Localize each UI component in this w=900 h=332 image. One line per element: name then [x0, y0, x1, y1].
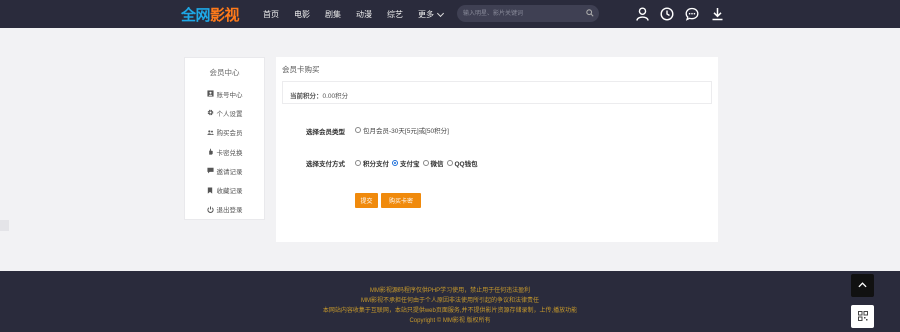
member-type-radio[interactable]	[355, 127, 361, 133]
site-footer: MM影视源码程序仅供PHP学习使用，禁止用于任何违法盈利 MM影视不承担任何由于…	[0, 271, 900, 332]
points-label: 当前积分：	[290, 93, 323, 100]
pay-option-points[interactable]: 积分支付	[355, 158, 389, 168]
buy-card-button[interactable]: 购买卡密	[381, 193, 421, 208]
pay-option-wechat[interactable]: 微信	[422, 158, 444, 168]
main-nav: 首页 电影 剧集 动漫 综艺 更多	[263, 9, 458, 20]
sidebar-item-settings[interactable]: 个人设置	[185, 103, 264, 122]
pay-qq-radio[interactable]	[446, 160, 453, 166]
sidebar-item-buy-membership[interactable]: 购买会员	[185, 123, 264, 142]
left-float-tab[interactable]	[0, 220, 9, 231]
pay-alipay-radio[interactable]	[392, 160, 398, 166]
id-card-icon	[206, 90, 214, 97]
sidebar-title: 会员中心	[209, 68, 240, 77]
pay-method-options: 积分支付 支付宝 微信 QQ钱包	[355, 158, 481, 168]
user-icon[interactable]	[634, 6, 650, 22]
pay-points-radio[interactable]	[355, 160, 361, 166]
pay-option-alipay[interactable]: 支付宝	[392, 158, 420, 168]
footer-disclaimer-2: MM影视不承担任何由于个人原因非法使用所引起的争议和法律责任	[361, 298, 539, 304]
footer-disclaimer-3: 本网站内容收集于互联网，本站只提供web页面服务,并不提供影片资源存储录制，上传…	[322, 308, 578, 314]
sidebar-item-label: 邀请记录	[216, 168, 243, 176]
header-icons	[634, 6, 734, 22]
points-box: 当前积分：0.00积分	[282, 81, 712, 104]
submit-button[interactable]: 提交	[355, 193, 378, 208]
member-type-label: 选择会员类型	[306, 129, 345, 136]
pay-option-qq-wallet[interactable]: QQ钱包	[446, 158, 478, 168]
search-icon[interactable]	[586, 9, 594, 19]
sidebar-item-favorites[interactable]: 收藏记录	[185, 180, 264, 199]
sidebar-item-label: 收藏记录	[216, 188, 243, 196]
comment-icon	[206, 167, 214, 174]
sidebar-item-label: 购买会员	[216, 130, 243, 138]
pay-option-label: 积分支付	[363, 161, 389, 168]
pay-method-label: 选择支付方式	[306, 161, 345, 168]
qr-code-icon	[857, 310, 868, 323]
search-box	[457, 5, 599, 22]
logo-text-right: 影视	[210, 6, 240, 24]
pay-option-label: QQ钱包	[454, 161, 478, 168]
sidebar-item-label: 卡密兑换	[216, 149, 243, 157]
back-to-top-button[interactable]	[851, 274, 874, 297]
member-type-option[interactable]: 包月会员-30天[5元]或[50积分]	[355, 125, 449, 135]
points-value: 0.00积分	[322, 93, 349, 100]
nav-item-home[interactable]: 首页	[263, 9, 279, 20]
logo-text-left: 全网	[181, 6, 211, 24]
footer-copyright: Copyright © MM影视 版权所有	[409, 318, 491, 324]
member-type-option-label: 包月会员-30天[5元]或[50积分]	[363, 128, 449, 135]
sidebar-item-label: 账号中心	[216, 91, 243, 99]
points-display: 当前积分：0.00积分	[290, 90, 348, 100]
gear-icon	[207, 109, 214, 116]
sidebar-item-label: 个人设置	[216, 110, 243, 118]
nav-item-series[interactable]: 剧集	[325, 9, 341, 20]
pay-option-label: 微信	[430, 161, 444, 168]
hand-icon	[207, 148, 214, 155]
nav-item-variety[interactable]: 综艺	[387, 9, 403, 20]
nav-item-anime[interactable]: 动漫	[356, 9, 372, 20]
top-header: 全网影视 首页 电影 剧集 动漫 综艺 更多	[0, 0, 900, 28]
sidebar-item-logout[interactable]: 退出登录	[185, 200, 264, 219]
panel-title: 会员卡购买	[282, 65, 320, 74]
download-icon[interactable]	[709, 6, 725, 22]
nav-more-label: 更多	[418, 10, 434, 19]
users-icon	[206, 129, 214, 136]
message-icon[interactable]	[684, 6, 700, 22]
qr-code-button[interactable]	[851, 305, 874, 328]
nav-item-movies[interactable]: 电影	[294, 9, 310, 20]
membership-purchase-panel: 会员卡购买 当前积分：0.00积分 选择会员类型 包月会员-30天[5元]或[5…	[276, 57, 718, 242]
chevron-down-icon	[436, 9, 445, 17]
power-icon	[206, 206, 214, 213]
sidebar-item-label: 退出登录	[216, 207, 243, 215]
bookmark-icon	[207, 187, 214, 194]
site-logo[interactable]: 全网影视	[181, 4, 240, 25]
member-sidebar: 会员中心 账号中心 个人设置 购买会员 卡密兑换 邀请记录 收藏记录 退出登录	[184, 57, 265, 220]
sidebar-menu: 账号中心 个人设置 购买会员 卡密兑换 邀请记录 收藏记录 退出登录	[185, 84, 264, 219]
history-clock-icon[interactable]	[659, 6, 675, 22]
chevron-up-icon	[858, 281, 867, 290]
search-input[interactable]	[463, 8, 583, 19]
sidebar-item-invite-records[interactable]: 邀请记录	[185, 161, 264, 180]
footer-disclaimer-1: MM影视源码程序仅供PHP学习使用，禁止用于任何违法盈利	[369, 288, 531, 294]
sidebar-item-card-redeem[interactable]: 卡密兑换	[185, 142, 264, 161]
pay-wechat-radio[interactable]	[422, 160, 429, 166]
nav-item-more[interactable]: 更多	[418, 9, 445, 20]
sidebar-item-account[interactable]: 账号中心	[185, 84, 264, 103]
pay-option-label: 支付宝	[400, 161, 420, 168]
